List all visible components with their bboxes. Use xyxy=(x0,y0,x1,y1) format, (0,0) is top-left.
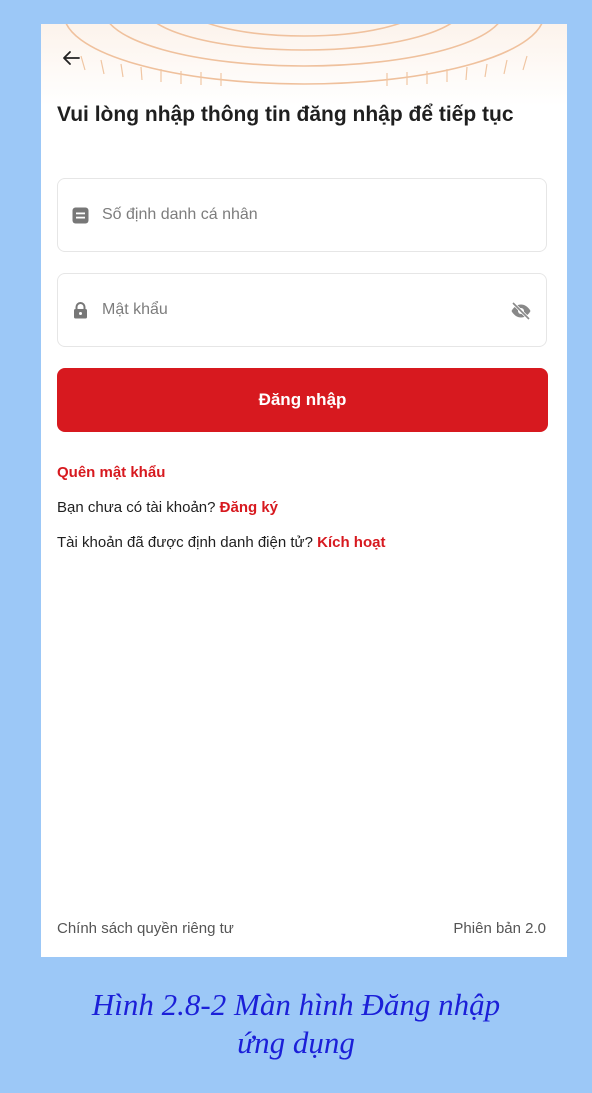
password-input[interactable] xyxy=(102,297,482,323)
forgot-password-link[interactable]: Quên mật khẩu xyxy=(57,464,165,481)
version-label: Phiên bản 2.0 xyxy=(453,920,546,937)
password-field[interactable] xyxy=(57,273,547,347)
caption-line-1: Hình 2.8-2 Màn hình Đăng nhập xyxy=(91,987,501,1022)
back-arrow-icon[interactable] xyxy=(59,46,83,70)
register-prompt: Bạn chưa có tài khoản? xyxy=(57,499,216,516)
activate-row: Tài khoản đã được định danh điện tử? Kíc… xyxy=(57,534,385,551)
figure-caption: Hình 2.8-2 Màn hình Đăng nhập ứng dụng xyxy=(0,986,592,1062)
page-title: Vui lòng nhập thông tin đăng nhập để tiế… xyxy=(57,103,514,126)
eye-slash-icon[interactable] xyxy=(510,301,532,321)
decorative-header-pattern xyxy=(41,24,567,106)
register-row: Bạn chưa có tài khoản? Đăng ký xyxy=(57,499,278,516)
activate-link[interactable]: Kích hoạt xyxy=(317,534,385,551)
privacy-policy-link[interactable]: Chính sách quyền riêng tư xyxy=(57,920,234,937)
login-button[interactable]: Đăng nhập xyxy=(57,368,548,432)
activate-prompt: Tài khoản đã được định danh điện tử? xyxy=(57,534,313,551)
id-number-field[interactable] xyxy=(57,178,547,252)
register-link[interactable]: Đăng ký xyxy=(220,499,278,516)
lock-icon xyxy=(74,302,87,319)
id-number-input[interactable] xyxy=(102,202,482,228)
phone-screen: Vui lòng nhập thông tin đăng nhập để tiế… xyxy=(41,24,567,957)
id-card-icon xyxy=(72,207,89,224)
caption-line-2: ứng dụng xyxy=(237,1025,355,1060)
